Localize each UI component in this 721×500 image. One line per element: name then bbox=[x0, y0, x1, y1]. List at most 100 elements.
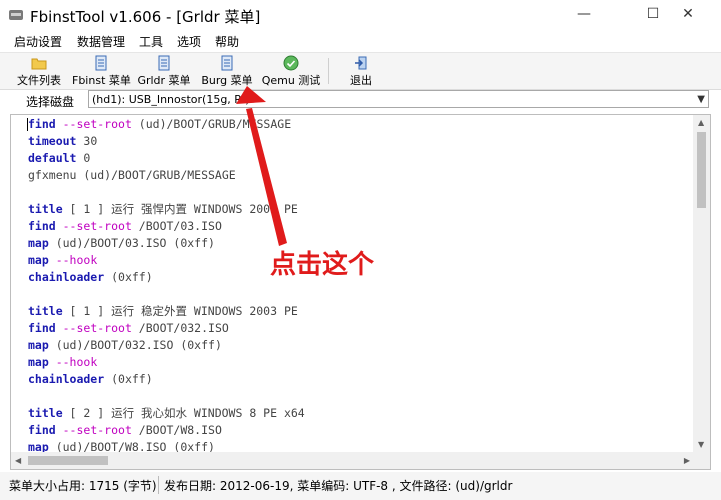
app-drive-icon bbox=[9, 10, 23, 20]
menu-tools[interactable]: 工具 bbox=[139, 33, 163, 50]
toolbar: 文件列表 Fbinst 菜单 Grldr 菜单 Burg 菜单 Qemu 测试 bbox=[0, 52, 721, 90]
code-line[interactable] bbox=[28, 184, 305, 201]
code-token-kw: chainloader bbox=[28, 372, 105, 386]
folder-icon bbox=[31, 58, 47, 70]
scroll-down-icon[interactable]: ▼ bbox=[698, 440, 704, 449]
editor-code[interactable]: find --set-root (ud)/BOOT/GRUB/MESSAGE ti… bbox=[28, 116, 305, 456]
code-line[interactable]: title [ 1 ] 运行 强悍内置 WINDOWS 2003 PE bbox=[28, 201, 305, 218]
code-token-txt: [ 1 ] 运行 稳定外置 WINDOWS 2003 PE bbox=[62, 304, 298, 318]
code-line[interactable]: find --set-root /BOOT/W8.ISO bbox=[28, 422, 305, 439]
scrollbar-corner bbox=[693, 452, 710, 469]
code-token-txt: [ 1 ] 运行 强悍内置 WINDOWS 2003 PE bbox=[62, 202, 298, 216]
menu-editor[interactable]: find --set-root (ud)/BOOT/GRUB/MESSAGE ti… bbox=[10, 114, 711, 470]
fbinst-menu-label: Fbinst 菜单 bbox=[72, 74, 131, 87]
status-menu-size: 菜单大小占用: 1715 (字节) bbox=[9, 479, 157, 493]
menu-options[interactable]: 选项 bbox=[177, 33, 201, 50]
code-token-kw: title bbox=[28, 202, 63, 216]
scroll-left-icon[interactable]: ◀ bbox=[15, 456, 21, 465]
code-token-kw: map bbox=[28, 338, 49, 352]
document-icon bbox=[221, 55, 233, 71]
window-title: FbinstTool v1.606 - [Grldr 菜单] bbox=[30, 8, 261, 26]
scroll-right-icon[interactable]: ▶ bbox=[684, 456, 690, 465]
menu-help[interactable]: 帮助 bbox=[215, 33, 239, 50]
code-token-kw: title bbox=[28, 406, 63, 420]
code-token-kw: find bbox=[28, 117, 56, 131]
code-line[interactable]: map (ud)/BOOT/032.ISO (0xff) bbox=[28, 337, 305, 354]
menu-bar: 启动设置 数据管理 工具 选项 帮助 bbox=[0, 32, 721, 52]
file-list-button[interactable]: 文件列表 bbox=[14, 55, 64, 87]
menu-data-management[interactable]: 数据管理 bbox=[77, 33, 125, 50]
fbinst-menu-button[interactable]: Fbinst 菜单 bbox=[72, 55, 131, 87]
code-line[interactable]: chainloader (0xff) bbox=[28, 269, 305, 286]
document-icon bbox=[95, 55, 107, 71]
chevron-down-icon[interactable]: ▼ bbox=[697, 91, 705, 109]
code-line[interactable]: gfxmenu (ud)/BOOT/GRUB/MESSAGE bbox=[28, 167, 305, 184]
code-token-opt: --set-root bbox=[55, 117, 132, 131]
status-bar: 菜单大小占用: 1715 (字节) 发布日期: 2012-06-19, 菜单编码… bbox=[0, 472, 721, 500]
document-icon bbox=[158, 55, 170, 71]
scroll-up-icon[interactable]: ▲ bbox=[698, 118, 704, 127]
code-line[interactable]: find --set-root /BOOT/03.ISO bbox=[28, 218, 305, 235]
grldr-menu-label: Grldr 菜单 bbox=[137, 74, 191, 87]
burg-menu-button[interactable]: Burg 菜单 bbox=[200, 55, 254, 87]
code-token-opt: --hook bbox=[48, 355, 98, 369]
disk-select[interactable]: (hd1): USB_Innostor(15g, R:) ▼ bbox=[88, 90, 709, 108]
code-token-txt: (ud)/BOOT/032.ISO (0xff) bbox=[48, 338, 222, 352]
code-token-txt: (0xff) bbox=[104, 270, 153, 284]
code-token-txt: [ 2 ] 运行 我心如水 WINDOWS 8 PE x64 bbox=[62, 406, 305, 420]
code-line[interactable]: map --hook bbox=[28, 252, 305, 269]
title-bar: FbinstTool v1.606 - [Grldr 菜单] — ☐ ✕ bbox=[0, 0, 721, 32]
qemu-test-label: Qemu 测试 bbox=[261, 74, 321, 87]
code-token-txt: /BOOT/03.ISO bbox=[131, 219, 222, 233]
exit-door-icon bbox=[355, 56, 367, 70]
code-token-num: 30 bbox=[76, 134, 98, 148]
status-separator bbox=[158, 476, 159, 494]
horizontal-scrollbar[interactable]: ◀ ▶ bbox=[11, 452, 694, 469]
code-token-kw: timeout bbox=[28, 134, 77, 148]
grldr-menu-button[interactable]: Grldr 菜单 bbox=[137, 55, 191, 87]
vertical-scroll-thumb[interactable] bbox=[697, 132, 706, 208]
disk-selector-row: 选择磁盘 (hd1): USB_Innostor(15g, R:) ▼ bbox=[0, 88, 721, 112]
code-token-opt: --hook bbox=[48, 253, 98, 267]
code-token-opt: --set-root bbox=[55, 321, 132, 335]
code-token-txt: /BOOT/032.ISO bbox=[131, 321, 229, 335]
code-token-txt: (0xff) bbox=[104, 372, 153, 386]
code-line[interactable] bbox=[28, 388, 305, 405]
code-token-kw: map bbox=[28, 355, 49, 369]
qemu-test-button[interactable]: Qemu 测试 bbox=[261, 55, 321, 87]
code-line[interactable]: default 0 bbox=[28, 150, 305, 167]
code-token-kw: title bbox=[28, 304, 63, 318]
code-line[interactable]: map --hook bbox=[28, 354, 305, 371]
minimize-button[interactable]: — bbox=[561, 0, 607, 30]
code-token-txt: (ud)/BOOT/GRUB/MESSAGE bbox=[131, 117, 292, 131]
code-line[interactable]: map (ud)/BOOT/03.ISO (0xff) bbox=[28, 235, 305, 252]
code-line[interactable]: timeout 30 bbox=[28, 133, 305, 150]
code-line[interactable]: find --set-root /BOOT/032.ISO bbox=[28, 320, 305, 337]
code-token-opt: --set-root bbox=[55, 219, 132, 233]
check-circle-icon bbox=[283, 55, 299, 71]
code-line[interactable]: title [ 1 ] 运行 稳定外置 WINDOWS 2003 PE bbox=[28, 303, 305, 320]
status-info: 发布日期: 2012-06-19, 菜单编码: UTF-8 , 文件路径: (u… bbox=[164, 479, 513, 493]
burg-menu-label: Burg 菜单 bbox=[201, 74, 253, 87]
file-list-label: 文件列表 bbox=[17, 74, 61, 87]
close-button[interactable]: ✕ bbox=[665, 0, 711, 30]
code-token-txt: gfxmenu (ud)/BOOT/GRUB/MESSAGE bbox=[28, 168, 236, 182]
code-line[interactable] bbox=[28, 286, 305, 303]
exit-button[interactable]: 退出 bbox=[342, 55, 380, 87]
code-line[interactable]: find --set-root (ud)/BOOT/GRUB/MESSAGE bbox=[28, 116, 305, 133]
code-token-num: 0 bbox=[76, 151, 91, 165]
annotation-label: 点击这个 bbox=[270, 250, 375, 280]
horizontal-scroll-thumb[interactable] bbox=[28, 456, 108, 465]
code-line[interactable]: chainloader (0xff) bbox=[28, 371, 305, 388]
code-token-kw: map bbox=[28, 253, 49, 267]
code-token-kw: chainloader bbox=[28, 270, 105, 284]
code-line[interactable]: title [ 2 ] 运行 我心如水 WINDOWS 8 PE x64 bbox=[28, 405, 305, 422]
menu-boot-settings[interactable]: 启动设置 bbox=[14, 33, 62, 50]
disk-label: 选择磁盘 bbox=[26, 95, 75, 109]
toolbar-separator bbox=[328, 58, 329, 84]
vertical-scrollbar[interactable]: ▲ ▼ bbox=[693, 115, 710, 452]
disk-selected-value: (hd1): USB_Innostor(15g, R:) bbox=[92, 93, 250, 106]
code-token-opt: --set-root bbox=[55, 423, 132, 437]
code-token-kw: find bbox=[28, 423, 56, 437]
exit-label: 退出 bbox=[350, 74, 372, 87]
